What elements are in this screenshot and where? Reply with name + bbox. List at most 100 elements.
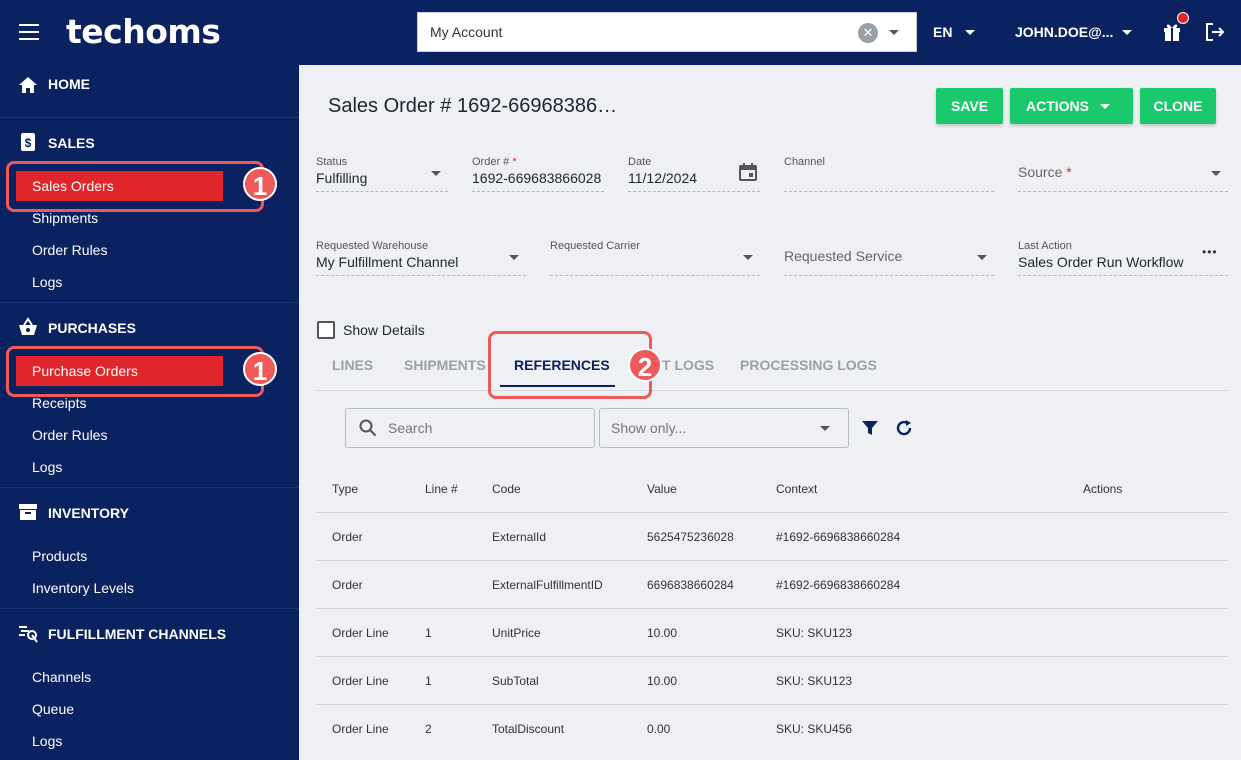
chevron-down-icon: [743, 255, 753, 260]
order-number-field[interactable]: Order # * 1692-669683866028: [472, 156, 604, 192]
sidebar-section-fulfillment-channels[interactable]: FULFILLMENT CHANNELS: [0, 622, 299, 644]
chevron-down-icon: [820, 426, 830, 431]
more-icon[interactable]: •••: [1202, 245, 1218, 259]
table-divider: [316, 512, 1228, 513]
cell-type: Order Line: [332, 722, 389, 736]
column-header-context: Context: [776, 482, 818, 496]
sidebar-section-inventory[interactable]: INVENTORY: [0, 501, 299, 523]
sidebar-item-receipts[interactable]: Receipts: [32, 395, 86, 411]
cell-code: SubTotal: [492, 674, 539, 688]
sidebar-item-products[interactable]: Products: [32, 548, 87, 564]
user-menu[interactable]: JOHN.DOE@...: [1015, 24, 1113, 40]
sidebar-section-purchases[interactable]: PURCHASES: [0, 316, 299, 338]
table-divider: [316, 608, 1228, 609]
sidebar-item-order-rules[interactable]: Order Rules: [32, 427, 107, 443]
divider: [0, 608, 299, 609]
chevron-down-icon: [977, 255, 987, 260]
save-button[interactable]: SAVE: [936, 88, 1003, 124]
tab-shipments[interactable]: SHIPMENTS: [404, 357, 486, 373]
calendar-icon[interactable]: [739, 163, 757, 181]
sidebar-item-order-rules[interactable]: Order Rules: [32, 242, 107, 258]
sidebar-item-logs[interactable]: Logs: [32, 459, 62, 475]
last-action-value: Sales Order Run Workflow: [1018, 254, 1184, 270]
requested-warehouse-value: My Fulfillment Channel: [316, 254, 459, 270]
show-details-checkbox[interactable]: [317, 321, 335, 339]
refresh-icon[interactable]: [894, 418, 914, 438]
cell-type: Order Line: [332, 626, 389, 640]
logout-icon[interactable]: [1204, 21, 1226, 43]
sidebar-item-inventory-levels[interactable]: Inventory Levels: [32, 580, 134, 596]
page-title: Sales Order # 1692-66968386…: [328, 95, 618, 117]
clone-button[interactable]: CLONE: [1140, 88, 1216, 124]
show-details-label: Show Details: [343, 322, 425, 338]
source-field[interactable]: Source *: [1018, 156, 1228, 192]
requested-warehouse-field[interactable]: Requested Warehouse My Fulfillment Chann…: [316, 240, 526, 276]
cell-context: SKU: SKU456: [776, 722, 853, 736]
sidebar-section-label: SALES: [48, 135, 95, 151]
sidebar-section-sales[interactable]: $ SALES: [0, 131, 299, 153]
sidebar-item-logs[interactable]: Logs: [32, 733, 62, 749]
callout-badge: 2: [628, 348, 662, 382]
tab-audit-logs[interactable]: T LOGS: [662, 357, 714, 373]
account-select[interactable]: My Account ✕: [417, 12, 917, 52]
chevron-down-icon: [1211, 171, 1221, 176]
callout-badge: 1: [243, 352, 277, 386]
cell-code: UnitPrice: [492, 626, 541, 640]
search-placeholder: Search: [388, 420, 433, 436]
cell-code: ExternalId: [492, 530, 547, 544]
source-placeholder: Source *: [1018, 164, 1072, 180]
menu-icon[interactable]: [19, 24, 39, 40]
language-selector[interactable]: EN: [933, 24, 952, 40]
cell-line: 1: [425, 674, 432, 688]
tab-processing-logs[interactable]: PROCESSING LOGS: [740, 357, 877, 373]
status-value: Fulfilling: [316, 170, 368, 186]
show-only-select[interactable]: Show only...: [599, 408, 849, 448]
chevron-down-icon[interactable]: [965, 30, 975, 35]
date-value: 11/12/2024: [628, 170, 698, 186]
table-divider: [316, 704, 1228, 705]
callout-highlight-purchase-orders: [6, 346, 264, 397]
account-select-value: My Account: [430, 24, 503, 40]
chevron-down-icon: [431, 171, 441, 176]
requested-service-field[interactable]: Requested Service: [784, 240, 994, 276]
cell-value: 10.00: [647, 626, 678, 640]
clear-icon[interactable]: ✕: [858, 23, 878, 43]
tab-lines[interactable]: LINES: [332, 357, 373, 373]
order-number-value: 1692-669683866028: [472, 170, 602, 186]
sidebar-item-shipments[interactable]: Shipments: [32, 210, 98, 226]
sidebar-section-label: INVENTORY: [48, 505, 129, 521]
callout-badge: 1: [243, 167, 277, 201]
sidebar-section-home[interactable]: HOME: [0, 73, 299, 95]
language-label: EN: [933, 24, 953, 40]
sidebar-section-label: FULFILLMENT CHANNELS: [48, 626, 227, 642]
column-header-value: Value: [647, 482, 677, 496]
requested-carrier-field[interactable]: Requested Carrier: [550, 240, 760, 276]
actions-label: ACTIONS: [1026, 98, 1089, 114]
cell-value: 6696838660284: [647, 578, 734, 592]
gift-icon[interactable]: [1162, 20, 1182, 42]
chevron-down-icon[interactable]: [889, 30, 899, 35]
requested-warehouse-label: Requested Warehouse: [316, 240, 429, 252]
search-input[interactable]: Search: [345, 408, 595, 448]
cell-line: 1: [425, 626, 432, 640]
fulfillment-icon: [19, 626, 38, 643]
basket-icon: [19, 317, 37, 335]
chevron-down-icon[interactable]: [1122, 30, 1132, 35]
cell-value: 0.00: [647, 722, 671, 736]
cell-code: TotalDiscount: [492, 722, 565, 736]
filter-icon[interactable]: [861, 419, 879, 437]
app-logo[interactable]: techoms: [66, 12, 221, 51]
status-field[interactable]: Status Fulfilling: [316, 156, 448, 192]
sidebar-item-logs[interactable]: Logs: [32, 274, 62, 290]
date-field[interactable]: Date 11/12/2024: [628, 156, 760, 192]
archive-icon: [19, 504, 37, 520]
actions-button[interactable]: ACTIONS: [1010, 88, 1133, 124]
dollar-doc-icon: $: [21, 133, 35, 151]
callout-highlight-sales-orders: [6, 161, 264, 212]
channel-field[interactable]: Channel: [784, 156, 994, 192]
sidebar-item-channels[interactable]: Channels: [32, 669, 91, 685]
svg-text:$: $: [25, 136, 32, 150]
sidebar-item-queue[interactable]: Queue: [32, 701, 74, 717]
cell-line: 2: [425, 722, 432, 736]
column-header-type: Type: [332, 482, 359, 496]
